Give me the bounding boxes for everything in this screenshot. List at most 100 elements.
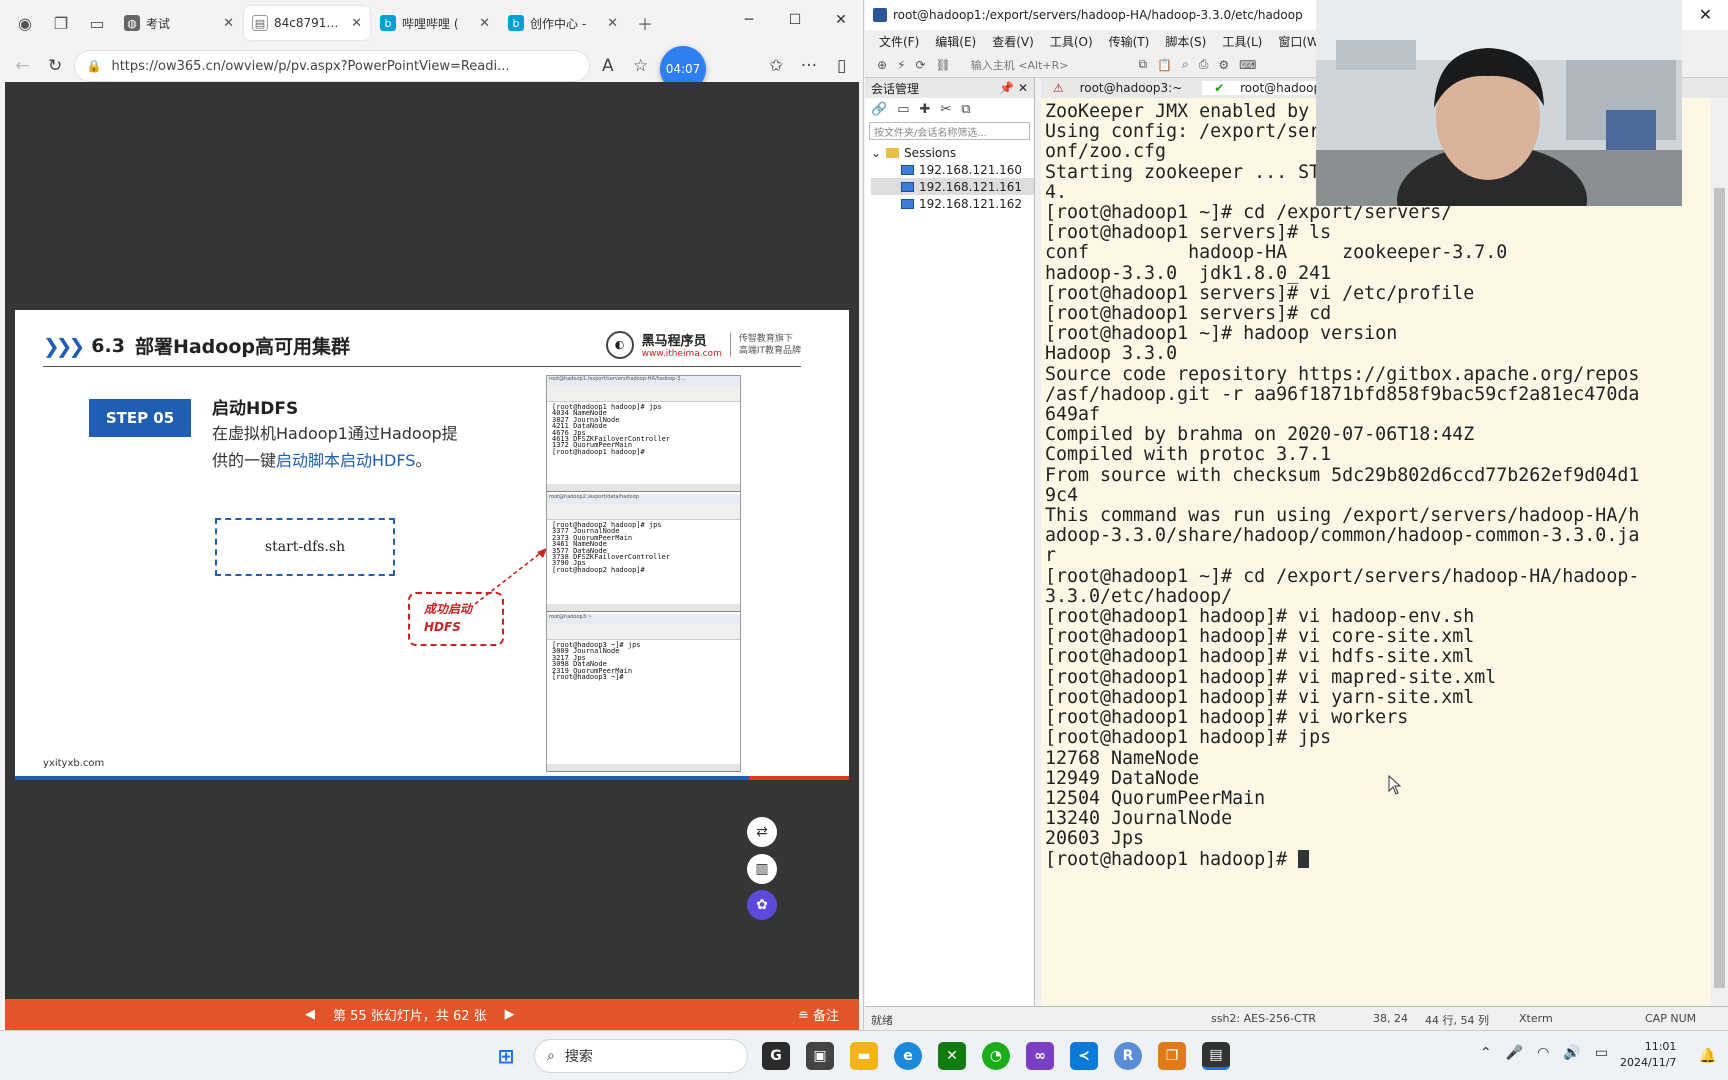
volume-icon[interactable]: 🔊 (1563, 1045, 1580, 1061)
new-tab-button[interactable]: ＋ (628, 6, 662, 40)
session-filter-input[interactable]: 按文件夹/会话名称筛选... (869, 122, 1030, 140)
sidebar-icon[interactable]: ▯ (827, 50, 856, 82)
address-bar[interactable]: 🔒 https://ow365.cn/owview/p/pv.aspx?Powe… (73, 50, 590, 82)
menu-file[interactable]: 文件(F) (879, 33, 919, 50)
app-icon-g[interactable]: G (762, 1042, 790, 1070)
close-overlay-icon[interactable]: ✕ (1683, 0, 1728, 28)
next-slide-icon[interactable]: ▶ (505, 1007, 515, 1022)
tab-bilibili[interactable]: b 哔哩哔哩 ( ✕ (372, 6, 498, 40)
find-icon[interactable]: ⌕ (1182, 57, 1189, 72)
link-icon[interactable]: 🔗 (871, 102, 887, 117)
status-term: Xterm (1519, 1012, 1553, 1025)
collections-icon[interactable]: ❐ (44, 6, 78, 40)
screenshot-hadoop3: root@hadoop3:~ [root@hadoop3 ~]# jps 300… (547, 614, 740, 772)
link-icon[interactable]: ⛓ (936, 58, 951, 72)
close-icon[interactable]: ✕ (351, 16, 362, 31)
bilibili-icon: b (508, 15, 524, 31)
prev-slide-icon[interactable]: ◀ (305, 1007, 315, 1022)
print-icon[interactable]: ⎙ (1199, 57, 1209, 72)
settings-icon[interactable]: ⚙ (1218, 58, 1229, 72)
refresh-icon[interactable]: ↻ (41, 50, 70, 82)
wifi-icon[interactable]: ◠ (1537, 1045, 1549, 1061)
reader-icon[interactable]: ▥ (747, 854, 777, 884)
notification-icon[interactable]: 🔔 (1694, 1042, 1722, 1070)
cut-icon[interactable]: ✂ (940, 102, 951, 117)
xshell-app-icon (873, 8, 887, 22)
menu-view[interactable]: 查看(V) (992, 33, 1034, 50)
check-icon: ✔ (1214, 81, 1229, 95)
chevron-up-icon[interactable]: ⌃ (1480, 1045, 1492, 1061)
menu-tools-l[interactable]: 工具(L) (1222, 33, 1262, 50)
logo-name: 黑马程序员 (641, 334, 707, 349)
session-item[interactable]: 192.168.121.162 (871, 195, 1034, 212)
close-icon[interactable]: 📌 ✕ (999, 81, 1028, 95)
reconnect-icon[interactable]: ⟳ (916, 58, 926, 72)
session-item[interactable]: 192.168.121.160 (871, 161, 1034, 178)
translate-icon[interactable]: ⇄ (747, 817, 777, 847)
taskbar-search[interactable]: ⌕ 搜索 (534, 1039, 748, 1073)
battery-icon[interactable]: ▭ (1595, 1045, 1608, 1061)
tab-slides[interactable]: ▤ 84c879129... ✕ (244, 6, 370, 40)
chevron-down-icon: ⌄ (871, 145, 882, 160)
notes-button[interactable]: ≘ 备注 (798, 1005, 839, 1024)
menu-script[interactable]: 脚本(S) (1165, 33, 1206, 50)
vscode-icon[interactable]: ≺ (1070, 1042, 1098, 1070)
sessions-folder[interactable]: ⌄ Sessions (871, 144, 1034, 161)
visual-studio-icon[interactable]: ∞ (1026, 1042, 1054, 1070)
app-icon-r[interactable]: R (1114, 1042, 1142, 1070)
clock-date: 2024/11/7 (1620, 1056, 1677, 1069)
connect-icon[interactable]: ⚡ (897, 58, 905, 72)
xbox-icon[interactable]: ✕ (938, 1042, 966, 1070)
folder-icon[interactable]: ▭ (897, 102, 909, 117)
copy-icon[interactable]: ⧉ (961, 102, 970, 117)
app-icon-window[interactable]: ❐ (1158, 1042, 1186, 1070)
xshell-taskbar-icon[interactable]: ▤ (1202, 1042, 1230, 1070)
start-icon[interactable]: ⊞ (492, 1042, 520, 1070)
new-session-icon[interactable]: ⊕ (877, 58, 887, 72)
favorite-star-icon[interactable]: ☆ (626, 50, 655, 82)
close-icon[interactable]: ✕ (607, 16, 618, 31)
edge-icon[interactable]: e (894, 1042, 922, 1070)
host-input[interactable]: 输入主机 <Alt+R> (971, 57, 1069, 73)
tab-creator[interactable]: b 创作中心 - ✕ (500, 6, 626, 40)
profile-icon[interactable]: ◉ (8, 6, 42, 40)
minimize-icon[interactable]: ─ (726, 0, 772, 40)
brand-logo: ◐ 黑马程序员 www.itheima.com 传智教育旗下 高端IT教育品牌 (605, 330, 801, 359)
back-icon[interactable]: ← (8, 50, 37, 82)
menu-tools-o[interactable]: 工具(O) (1050, 33, 1093, 50)
copy-icon[interactable]: ⧉ (1138, 57, 1147, 72)
maximize-icon[interactable]: ☐ (772, 0, 818, 40)
lock-icon[interactable]: 🔒 (87, 59, 102, 73)
browser-window: ◉ ❐ ▭ ◍ 考试 ✕ ▤ 84c879129... ✕ b 哔哩哔哩 ( ✕… (0, 0, 864, 1030)
search-placeholder: 搜索 (564, 1049, 593, 1065)
webcam-image (1316, 0, 1682, 206)
viewer-bottom-bar: ◀ 第 55 张幻灯片，共 62 张 ▶ ≘ 备注 (5, 999, 859, 1030)
app-icon-box[interactable]: ▣ (806, 1042, 834, 1070)
tab-actions-icon[interactable]: ▭ (80, 6, 114, 40)
slide-title: 部署Hadoop高可用集群 (134, 336, 350, 358)
clock[interactable]: 11:01 2024/11/7 (1620, 1039, 1676, 1071)
close-window-icon[interactable]: ✕ (818, 0, 864, 40)
paste-icon[interactable]: 📋 (1157, 58, 1172, 72)
close-icon[interactable]: ✕ (223, 16, 234, 31)
tab-exam[interactable]: ◍ 考试 ✕ (116, 6, 242, 40)
read-aloud-icon[interactable]: A (594, 50, 623, 82)
terminal[interactable]: ZooKeeper JMX enabled by default Using c… (1041, 98, 1711, 1006)
more-icon[interactable]: ··· (795, 50, 824, 82)
menu-edit[interactable]: 编辑(E) (935, 33, 976, 50)
menu-transfer[interactable]: 传输(T) (1109, 33, 1150, 50)
file-explorer-icon[interactable]: ▬ (850, 1042, 878, 1070)
scrollbar[interactable] (1711, 98, 1728, 1006)
screenshot-title: root@hadoop2:/export/data/hadoop (547, 494, 740, 504)
microphone-icon[interactable]: 🎤 (1506, 1045, 1523, 1061)
keyboard-icon[interactable]: ⌨ (1239, 58, 1256, 72)
add-icon[interactable]: ✚ (919, 102, 930, 117)
copilot-icon[interactable]: ✿ (747, 890, 777, 920)
wechat-icon[interactable]: ◔ (982, 1042, 1010, 1070)
screenshot-text: [root@hadoop2 hadoop]# jps 3377 JournalN… (552, 521, 671, 574)
tab-hadoop3[interactable]: ⚠ root@hadoop3:~ (1041, 81, 1194, 95)
favorites-icon[interactable]: ✩ (762, 50, 791, 82)
session-item[interactable]: 192.168.121.161 (871, 178, 1034, 195)
close-icon[interactable]: ✕ (479, 16, 490, 31)
session-panel: 会话管理 📌 ✕ 🔗 ▭ ✚ ✂ ⧉ 按文件夹/会话名称筛选... ⌄ Sessio… (865, 78, 1035, 1006)
